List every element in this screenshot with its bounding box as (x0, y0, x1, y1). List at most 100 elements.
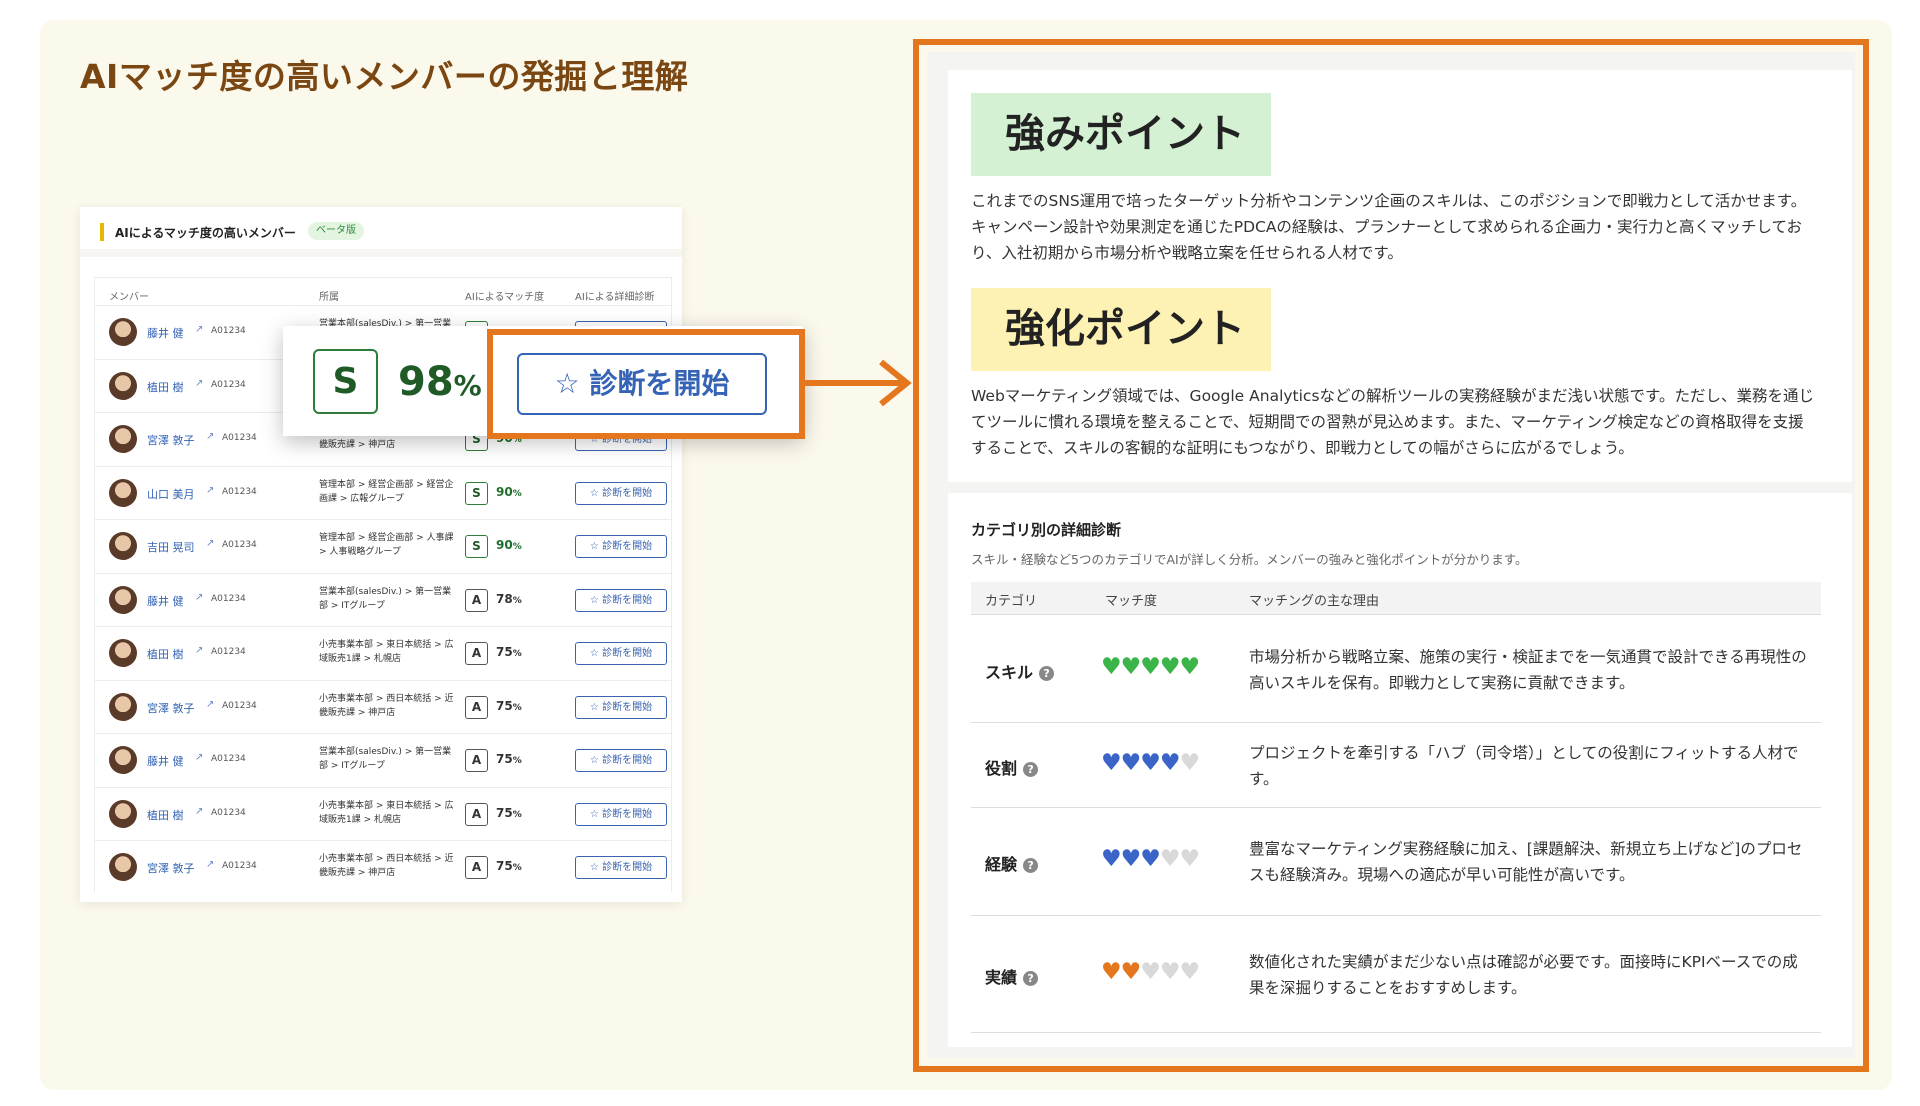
external-link-icon[interactable]: ↗ (195, 324, 203, 335)
category-label: 役割 (985, 758, 1018, 778)
external-link-icon[interactable]: ↗ (206, 859, 214, 870)
department: 小売事業本部 > 西日本統括 > 近畿販売課 > 神戸店 (319, 854, 454, 878)
grade-badge: A (465, 749, 488, 772)
table-row: 宮澤 敦子 ↗ A01234 小売事業本部 > 西日本統括 > 近畿販売課 > 神戸店… (95, 840, 671, 893)
help-icon[interactable]: ? (1039, 665, 1055, 681)
member-id: A01234 (222, 700, 257, 711)
start-diagnosis-button[interactable]: ☆ 診断を開始 (575, 749, 667, 772)
avatar (109, 585, 137, 614)
grade-badge: A (465, 802, 488, 826)
category-name: 経験? (985, 851, 1039, 875)
match-percentage-value: 78 (496, 591, 513, 606)
member-name-link[interactable]: 宮澤 敦子 (147, 700, 195, 716)
category-section-subtitle: スキル・経験など5つのカテゴリでAIが詳しく分析。メンバーの強みと強化ポイントが… (971, 552, 1528, 567)
match-hearts: ♥♥♥♥♥ (1101, 846, 1201, 872)
match-percentage: 75% (496, 752, 522, 766)
help-icon[interactable]: ? (1023, 970, 1039, 986)
avatar (109, 371, 137, 400)
start-diagnosis-button[interactable]: ☆ 診断を開始 (575, 695, 667, 719)
heart-icon: ♥ (1179, 749, 1201, 776)
member-name-link[interactable]: 宮澤 敦子 (147, 860, 195, 876)
external-link-icon[interactable]: ↗ (195, 645, 203, 656)
start-diagnosis-button[interactable]: ☆ 診断を開始 (575, 535, 667, 558)
external-link-icon[interactable]: ↗ (195, 592, 203, 603)
avatar (109, 478, 137, 507)
help-icon[interactable]: ? (1023, 761, 1039, 777)
external-link-icon[interactable]: ↗ (206, 485, 214, 496)
strength-heading: 強みポイント (971, 93, 1271, 176)
member-name-link[interactable]: 藤井 健 (147, 753, 184, 769)
heart-icon: ♥ (1159, 958, 1181, 985)
member-id: A01234 (211, 647, 246, 657)
start-diagnosis-button[interactable]: ☆ 診断を開始 (575, 802, 667, 826)
heart-icon: ♥ (1159, 653, 1181, 680)
grade-badge: A (465, 588, 488, 612)
percent-unit: % (512, 809, 522, 820)
match-percentage-value: 90 (496, 484, 513, 499)
category-table-header: カテゴリ マッチ度 マッチングの主な理由 (971, 582, 1821, 615)
match-percentage: 90% (496, 538, 522, 552)
member-id: A01234 (222, 540, 257, 550)
start-diagnosis-button[interactable]: ☆ 診断を開始 (575, 481, 667, 505)
heart-icon: ♥ (1101, 653, 1122, 680)
match-percentage-value: 98 (398, 359, 454, 405)
card-header: AIによるマッチ度の高いメンバー ベータ版 (80, 207, 682, 257)
member-id: A01234 (211, 754, 246, 764)
member-name-link[interactable]: 藤井 健 (147, 593, 184, 609)
match-reason: プロジェクトを牽引する「ハブ（司令塔）」としての役割にフィットする人材です。 (1249, 743, 1799, 788)
heart-icon: ♥ (1101, 749, 1122, 776)
external-link-icon[interactable]: ↗ (195, 806, 203, 817)
department: 営業本部(salesDiv.) > 第一営業部 > ITグループ (319, 586, 452, 611)
column-header-diagnosis: AIによる詳細診断 (575, 292, 655, 303)
member-name-link[interactable]: 宮澤 敦子 (147, 432, 195, 448)
match-reason: 豊富なマーケティング実務経験に加え、[課題解決、新規立ち上げなど]のプロセスも経… (1249, 840, 1803, 884)
column-header-dept: 所属 (319, 292, 339, 303)
match-percentage-value: 75 (496, 752, 513, 766)
external-link-icon[interactable]: ↗ (206, 538, 214, 549)
match-reason: 数値化された実績がまだ少ない点は確認が必要です。面接時にKPIベースでの成果を深… (1249, 952, 1798, 997)
member-name-link[interactable]: 藤井 健 (147, 325, 184, 341)
match-percentage: 98% (398, 359, 482, 405)
grade-badge: S (465, 481, 488, 505)
start-diagnosis-button[interactable]: ☆ 診断を開始 (575, 642, 667, 665)
member-list-card: AIによるマッチ度の高いメンバー ベータ版 メンバー 所属 AIによるマッチ度 … (80, 207, 682, 902)
strength-text: これまでのSNS運用で培ったターゲット分析やコンテンツ企画のスキルは、このポジシ… (971, 192, 1807, 262)
table-row: 植田 樹 ↗ A01234 小売事業本部 > 東日本統括 > 広域販売1課 > 札幌店… (95, 786, 671, 840)
arrow-right-icon (803, 359, 912, 407)
heart-icon: ♥ (1101, 846, 1122, 872)
column-header-category: カテゴリ (985, 594, 1038, 609)
external-link-icon[interactable]: ↗ (195, 378, 203, 389)
percent-unit: % (512, 863, 522, 873)
member-name-link[interactable]: 山口 美月 (147, 486, 195, 502)
heart-icon: ♥ (1159, 749, 1181, 776)
member-name-link[interactable]: 植田 樹 (147, 807, 184, 823)
page-title: AIマッチ度の高いメンバーの発掘と理解 (80, 57, 689, 96)
start-diagnosis-button[interactable]: ☆ 診断を開始 (517, 353, 767, 415)
match-percentage-value: 75 (496, 805, 513, 820)
match-percentage: 75% (496, 699, 522, 713)
heart-icon: ♥ (1179, 846, 1201, 872)
column-header-member: メンバー (109, 292, 149, 303)
member-name-link[interactable]: 植田 樹 (147, 646, 184, 662)
help-icon[interactable]: ? (1023, 858, 1039, 873)
start-diagnosis-button[interactable]: ☆ 診断を開始 (575, 856, 667, 879)
match-hearts: ♥♥♥♥♥ (1101, 958, 1200, 985)
member-id: A01234 (211, 326, 246, 336)
department: 管理本部 > 経営企画部 > 経営企画課 > 広報グループ (319, 479, 454, 504)
start-diagnosis-button[interactable]: ☆ 診断を開始 (575, 588, 667, 612)
category-label: 実績 (985, 967, 1018, 987)
avatar (109, 639, 137, 667)
heart-icon: ♥ (1140, 749, 1161, 776)
external-link-icon[interactable]: ↗ (206, 431, 214, 442)
member-name-link[interactable]: 吉田 晃司 (147, 539, 195, 555)
external-link-icon[interactable]: ↗ (195, 752, 203, 763)
heart-icon: ♥ (1140, 958, 1161, 985)
department: 小売事業本部 > 東日本統括 > 広域販売1課 > 札幌店 (319, 800, 454, 825)
member-id: A01234 (222, 433, 257, 443)
heart-icon: ♥ (1120, 749, 1142, 776)
member-name-link[interactable]: 植田 樹 (147, 379, 184, 395)
member-id: A01234 (222, 861, 257, 871)
heart-icon: ♥ (1159, 846, 1181, 872)
external-link-icon[interactable]: ↗ (206, 699, 214, 710)
improvement-heading: 強化ポイント (971, 288, 1271, 371)
